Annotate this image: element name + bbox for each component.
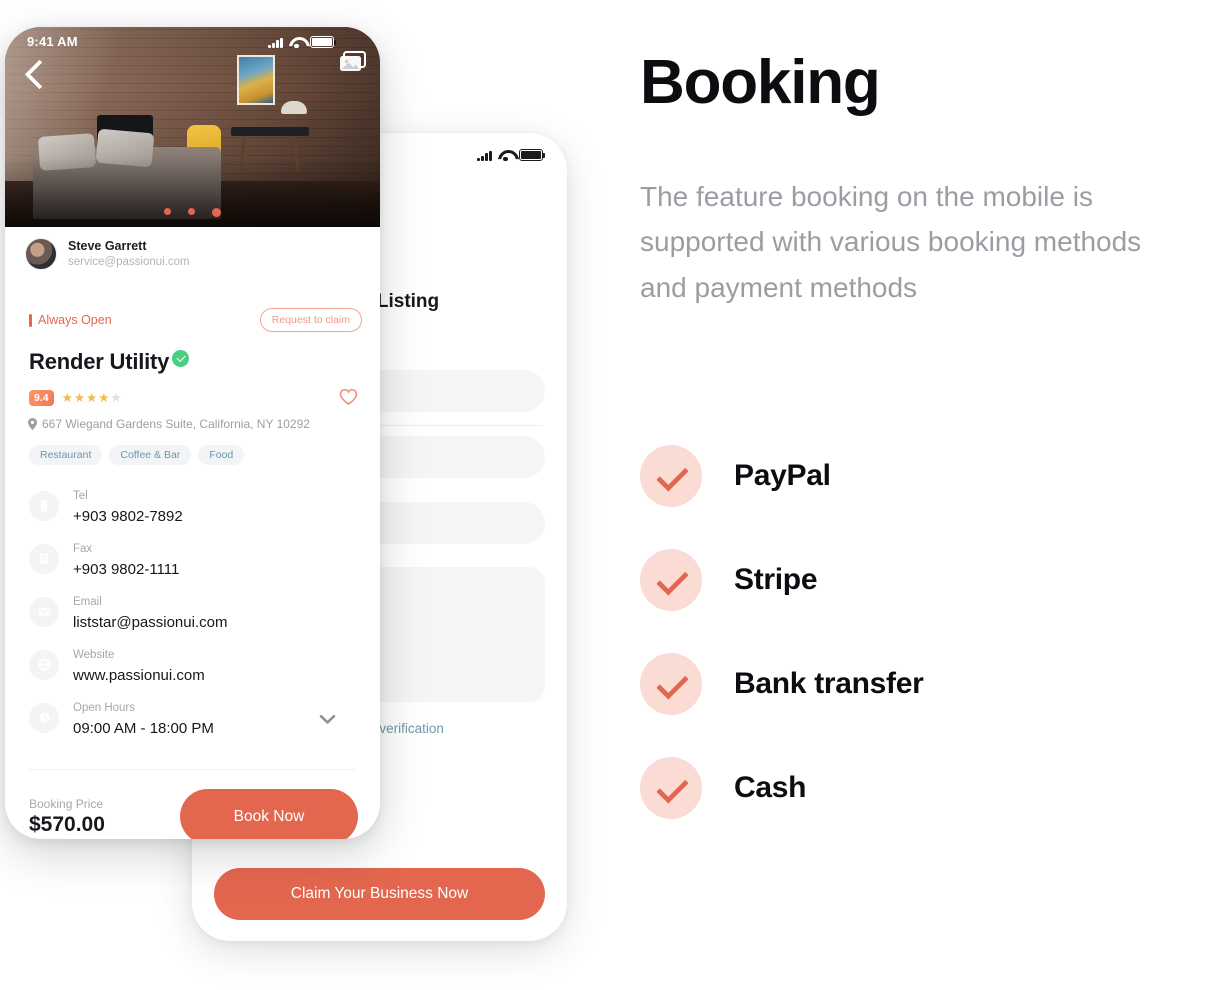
payment-method-label: Cash: [734, 771, 807, 804]
contact-row-tel[interactable]: Tel +903 9802-7892: [29, 479, 360, 532]
battery-icon: [519, 149, 546, 161]
page-title: Render Utility: [29, 349, 170, 374]
business-title-row: Render Utility: [29, 349, 190, 375]
owner-name: Steve Garrett: [68, 238, 147, 253]
footer-divider: [29, 769, 356, 770]
contact-row-fax[interactable]: Fax +903 9802-1111: [29, 532, 360, 585]
wall-art: [237, 55, 275, 105]
fax-icon: [29, 543, 59, 574]
request-to-claim-button[interactable]: Request to claim: [259, 308, 362, 332]
list-item: Bank transfer: [640, 632, 1160, 736]
carousel-dot-active[interactable]: [212, 208, 221, 217]
avatar: [25, 238, 57, 270]
carousel-dots[interactable]: [5, 208, 380, 217]
chevron-left-icon[interactable]: [23, 57, 49, 91]
contact-label: Open Hours: [73, 702, 136, 715]
tag-food[interactable]: Food: [198, 445, 245, 465]
rating-row: 9.4 ★ ★ ★ ★ ★: [29, 388, 358, 407]
star-icon: ★: [61, 391, 73, 405]
rating-score-badge: 9.4: [29, 389, 54, 406]
screenshot-root: Claim Listing Liststar 2641 Bayonne Suit…: [0, 0, 1232, 990]
claim-your-business-now-button[interactable]: Claim Your Business Now: [214, 868, 545, 920]
price-value: $570.00: [29, 812, 105, 836]
map-pin-icon: [28, 418, 37, 430]
check-circle-icon: [640, 653, 702, 715]
star-icon: ★: [73, 391, 86, 405]
contact-row-open-hours[interactable]: Open Hours 09:00 AM - 18:00 PM: [29, 691, 360, 744]
book-now-button[interactable]: Book Now: [180, 789, 358, 839]
star-icon: ★: [86, 391, 98, 405]
wifi-icon: [498, 150, 513, 162]
carousel-dot[interactable]: [188, 208, 195, 215]
tag-list: Restaurant Coffee & Bar Food: [29, 445, 245, 465]
owner-email: service@passionui.com: [68, 256, 190, 269]
star-rating: ★ ★ ★ ★ ★: [62, 390, 122, 405]
globe-icon: [29, 649, 59, 680]
hero-photo: [5, 27, 380, 227]
phone-icon: [29, 490, 59, 521]
payment-methods-list: PayPal Stripe Bank transfer Cash: [640, 424, 1160, 840]
right-info-panel: Booking The feature booking on the mobil…: [640, 0, 1200, 990]
contact-label: Tel: [73, 490, 88, 503]
contact-row-website[interactable]: Website www.passionui.com: [29, 638, 360, 691]
check-circle-icon: [640, 757, 702, 819]
list-item: Stripe: [640, 528, 1160, 632]
panel-subtitle: The feature booking on the mobile is sup…: [640, 181, 1142, 303]
status-bar-time: 9:41 AM: [27, 34, 78, 49]
booking-footer: Booking Price $570.00 Book Now: [5, 789, 380, 839]
signal-bars-icon: [268, 37, 283, 48]
contact-label: Website: [73, 649, 115, 662]
payment-method-label: Stripe: [734, 563, 818, 596]
open-status-row: Always Open Request to claim: [5, 308, 380, 332]
contact-value: liststar@passionui.com: [73, 613, 228, 631]
contact-label: Fax: [73, 543, 93, 556]
email-icon: [29, 596, 59, 627]
check-circle-icon: [640, 549, 702, 611]
tag-coffee-bar[interactable]: Coffee & Bar: [109, 445, 192, 465]
table-lamp: [281, 101, 307, 114]
contact-value: +903 9802-7892: [73, 507, 183, 525]
front-phone-listing-detail: 9:41 AM Steve Garrett service@passionui.…: [5, 27, 380, 839]
star-icon-empty: ★: [110, 391, 122, 405]
contact-value: 09:00 AM - 18:00 PM: [73, 719, 214, 737]
price-label: Booking Price: [29, 796, 104, 811]
contact-value: www.passionui.com: [73, 666, 205, 684]
tag-restaurant[interactable]: Restaurant: [29, 445, 103, 465]
carousel-dot[interactable]: [164, 208, 171, 215]
payment-method-label: Bank transfer: [734, 667, 924, 700]
list-item: PayPal: [640, 424, 1160, 528]
front-phone-status-bar: 9:41 AM: [5, 33, 380, 51]
gallery-image-icon[interactable]: [339, 51, 366, 73]
clock-icon: [29, 702, 59, 733]
owner-profile-row[interactable]: Steve Garrett service@passionui.com: [5, 231, 380, 277]
signal-bars-icon: [477, 150, 492, 161]
contact-list: Tel +903 9802-7892 Fax +903 9802-1111 Em…: [29, 479, 360, 744]
list-item: Cash: [640, 736, 1160, 840]
star-icon: ★: [98, 391, 110, 405]
address-row: 667 Wiegand Gardens Suite, California, N…: [28, 417, 310, 431]
verified-check-icon: [172, 350, 190, 367]
check-circle-icon: [640, 445, 702, 507]
contact-row-email[interactable]: Email liststar@passionui.com: [29, 585, 360, 638]
payment-method-label: PayPal: [734, 459, 831, 492]
address-text: 667 Wiegand Gardens Suite, California, N…: [42, 417, 310, 431]
heart-outline-icon[interactable]: [339, 388, 358, 407]
contact-label: Email: [73, 596, 102, 609]
open-status-badge: Always Open: [29, 313, 112, 327]
battery-icon: [310, 36, 337, 48]
wifi-icon: [289, 37, 304, 49]
contact-value: +903 9802-1111: [73, 560, 180, 578]
panel-title: Booking: [640, 48, 881, 117]
chevron-down-icon[interactable]: [319, 712, 336, 724]
